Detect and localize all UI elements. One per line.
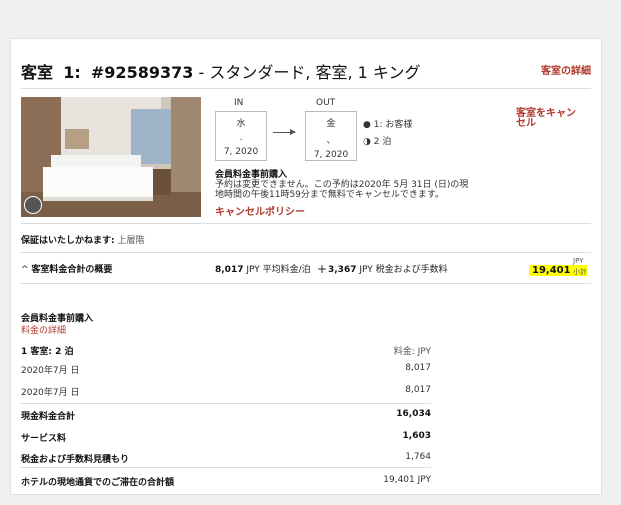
divider	[21, 283, 591, 284]
total-currency: JPY	[573, 257, 584, 265]
nights-info: ◑ 2 泊	[363, 137, 392, 147]
room-details-link[interactable]: 客室の詳細	[541, 62, 591, 77]
moon-icon: ◑	[363, 137, 371, 147]
checkout-date-box: 金 、 7, 2020	[305, 111, 357, 161]
cancel-room-link[interactable]: 客室をキャンセル	[516, 109, 576, 129]
room-photo	[21, 97, 201, 217]
checkout-label: OUT	[316, 98, 336, 108]
divider	[21, 252, 591, 253]
checkin-date-box: 水 . 7, 2020	[215, 111, 267, 161]
fullscreen-icon[interactable]	[24, 196, 42, 214]
plus-sign: +	[317, 262, 328, 276]
cancellation-policy-link[interactable]: キャンセルポリシー	[215, 203, 305, 218]
room-card: 客室 1: #92589373 - スタンダード, 客室, 1 キング 客室の詳…	[10, 38, 602, 495]
arrow-right-icon	[273, 129, 296, 135]
divider	[21, 467, 431, 468]
room-title: 客室 1: #92589373 - スタンダード, 客室, 1 キング	[21, 63, 421, 82]
chevron-up-icon: ^	[21, 265, 29, 275]
divider	[21, 88, 591, 89]
rate-details-link[interactable]: 料金の詳細	[21, 323, 66, 336]
rate-name: 会員料金事前購入	[215, 170, 288, 180]
taxes-fees: 3,367 JPY 税金および手数料	[328, 265, 448, 275]
total-amount: 19,401	[532, 265, 571, 276]
confirmation-number: #92589373	[90, 63, 194, 82]
cancellation-text: 予約は変更できません。この予約は2020年 5月 31日 (日)の現 地時間の午…	[215, 180, 469, 200]
avg-rate: 8,017 JPY 平均料金/泊	[215, 265, 311, 275]
divider	[21, 223, 591, 224]
checkin-label: IN	[234, 98, 244, 108]
guarantee-info: 保証はいたしかねます: 上層階	[21, 236, 145, 246]
guests-info: ● 1: お客様	[363, 120, 413, 130]
guests-icon: ●	[363, 120, 371, 130]
divider	[21, 403, 431, 404]
subtotal-label: 小計	[573, 268, 587, 276]
summary-toggle[interactable]: ^ 客室料金合計の概要	[21, 262, 112, 275]
